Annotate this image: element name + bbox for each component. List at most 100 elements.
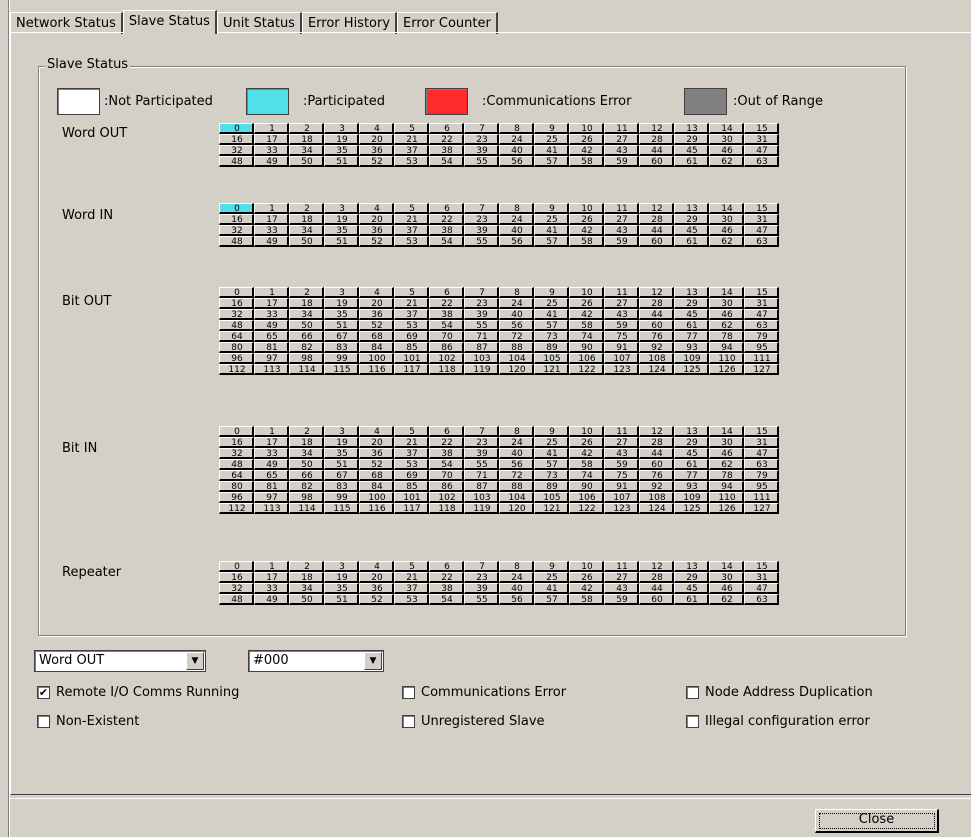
node-cell-67[interactable]: 67 [324,331,359,342]
node-cell-35[interactable]: 35 [324,583,359,594]
node-cell-27[interactable]: 27 [604,572,639,583]
node-cell-86[interactable]: 86 [429,481,464,492]
node-cell-37[interactable]: 37 [394,448,429,459]
node-cell-34[interactable]: 34 [289,309,324,320]
tab-network-status[interactable]: Network Status [10,12,123,34]
node-cell-30[interactable]: 30 [709,437,744,448]
node-cell-47[interactable]: 47 [744,583,779,594]
node-cell-2[interactable]: 2 [289,561,324,572]
node-cell-44[interactable]: 44 [639,225,674,236]
node-cell-78[interactable]: 78 [709,331,744,342]
node-cell-7[interactable]: 7 [464,426,499,437]
node-cell-2[interactable]: 2 [289,203,324,214]
node-cell-57[interactable]: 57 [534,594,569,605]
node-cell-125[interactable]: 125 [674,364,709,375]
node-cell-56[interactable]: 56 [499,594,534,605]
node-cell-3[interactable]: 3 [324,203,359,214]
node-cell-73[interactable]: 73 [534,331,569,342]
node-cell-84[interactable]: 84 [359,342,394,353]
node-cell-30[interactable]: 30 [709,298,744,309]
node-cell-64[interactable]: 64 [219,331,254,342]
node-cell-89[interactable]: 89 [534,481,569,492]
node-cell-23[interactable]: 23 [464,134,499,145]
node-cell-65[interactable]: 65 [254,331,289,342]
node-cell-1[interactable]: 1 [254,203,289,214]
node-cell-13[interactable]: 13 [674,426,709,437]
node-cell-44[interactable]: 44 [639,145,674,156]
node-cell-0[interactable]: 0 [219,561,254,572]
node-cell-32[interactable]: 32 [219,583,254,594]
node-cell-81[interactable]: 81 [254,342,289,353]
node-cell-24[interactable]: 24 [499,214,534,225]
node-cell-56[interactable]: 56 [499,459,534,470]
checkbox-non-existent[interactable]: Non-Existent [37,714,139,729]
node-cell-96[interactable]: 96 [219,492,254,503]
node-cell-117[interactable]: 117 [394,364,429,375]
node-cell-39[interactable]: 39 [464,448,499,459]
node-cell-17[interactable]: 17 [254,134,289,145]
node-cell-111[interactable]: 111 [744,353,779,364]
node-cell-106[interactable]: 106 [569,492,604,503]
node-cell-99[interactable]: 99 [324,492,359,503]
node-cell-52[interactable]: 52 [359,320,394,331]
node-cell-17[interactable]: 17 [254,298,289,309]
node-cell-26[interactable]: 26 [569,572,604,583]
node-cell-109[interactable]: 109 [674,492,709,503]
node-cell-1[interactable]: 1 [254,561,289,572]
node-cell-77[interactable]: 77 [674,470,709,481]
node-cell-122[interactable]: 122 [569,503,604,514]
node-cell-59[interactable]: 59 [604,594,639,605]
node-cell-53[interactable]: 53 [394,459,429,470]
node-cell-109[interactable]: 109 [674,353,709,364]
node-cell-79[interactable]: 79 [744,470,779,481]
node-cell-110[interactable]: 110 [709,492,744,503]
node-cell-19[interactable]: 19 [324,298,359,309]
node-cell-8[interactable]: 8 [499,287,534,298]
node-cell-15[interactable]: 15 [744,203,779,214]
node-cell-115[interactable]: 115 [324,503,359,514]
node-cell-11[interactable]: 11 [604,203,639,214]
node-cell-5[interactable]: 5 [394,203,429,214]
node-cell-54[interactable]: 54 [429,459,464,470]
node-cell-21[interactable]: 21 [394,437,429,448]
node-cell-5[interactable]: 5 [394,287,429,298]
node-cell-0[interactable]: 0 [219,203,254,214]
node-cell-98[interactable]: 98 [289,353,324,364]
node-cell-63[interactable]: 63 [744,594,779,605]
node-cell-14[interactable]: 14 [709,426,744,437]
node-cell-74[interactable]: 74 [569,331,604,342]
node-cell-46[interactable]: 46 [709,309,744,320]
node-cell-58[interactable]: 58 [569,236,604,247]
node-cell-103[interactable]: 103 [464,353,499,364]
checkbox-illegal-configuration-error[interactable]: Illegal configuration error [686,714,870,729]
node-cell-41[interactable]: 41 [534,145,569,156]
node-cell-20[interactable]: 20 [359,134,394,145]
node-cell-21[interactable]: 21 [394,298,429,309]
node-cell-48[interactable]: 48 [219,459,254,470]
node-cell-10[interactable]: 10 [569,561,604,572]
node-cell-51[interactable]: 51 [324,236,359,247]
node-cell-2[interactable]: 2 [289,123,324,134]
close-button[interactable]: Close [815,809,939,833]
node-cell-16[interactable]: 16 [219,572,254,583]
node-cell-104[interactable]: 104 [499,353,534,364]
node-cell-55[interactable]: 55 [464,594,499,605]
checkbox-box[interactable] [686,686,699,699]
node-cell-25[interactable]: 25 [534,298,569,309]
node-cell-61[interactable]: 61 [674,156,709,167]
node-cell-51[interactable]: 51 [324,320,359,331]
node-cell-42[interactable]: 42 [569,225,604,236]
node-cell-108[interactable]: 108 [639,353,674,364]
node-cell-110[interactable]: 110 [709,353,744,364]
node-cell-6[interactable]: 6 [429,287,464,298]
node-cell-17[interactable]: 17 [254,437,289,448]
node-cell-60[interactable]: 60 [639,236,674,247]
node-cell-49[interactable]: 49 [254,459,289,470]
node-cell-1[interactable]: 1 [254,123,289,134]
node-cell-95[interactable]: 95 [744,342,779,353]
node-cell-9[interactable]: 9 [534,123,569,134]
node-cell-28[interactable]: 28 [639,572,674,583]
node-cell-24[interactable]: 24 [499,134,534,145]
node-cell-25[interactable]: 25 [534,572,569,583]
node-cell-15[interactable]: 15 [744,123,779,134]
